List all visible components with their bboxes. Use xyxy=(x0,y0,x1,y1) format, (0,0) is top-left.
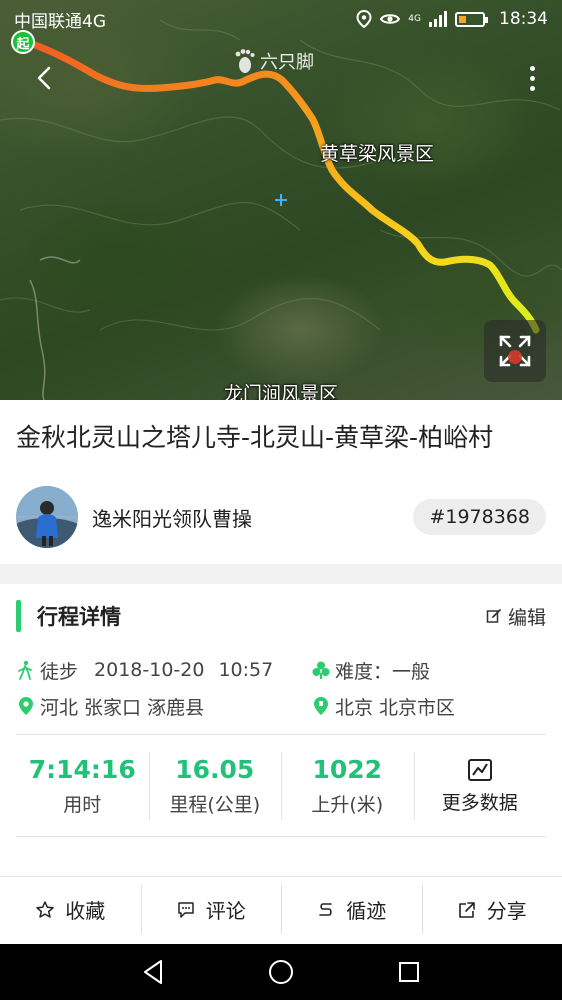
brand-watermark: 六只脚 xyxy=(234,48,314,74)
hiking-icon xyxy=(18,660,32,680)
section-accent-bar xyxy=(16,600,21,632)
more-options-button[interactable] xyxy=(522,58,542,98)
distance-label: 里程(公里) xyxy=(169,794,261,816)
edit-button[interactable]: 编辑 xyxy=(486,603,546,630)
stat-distance: 16.05 里程(公里) xyxy=(148,740,282,832)
more-vertical-icon xyxy=(529,65,535,71)
network-badge: 4G xyxy=(408,13,421,24)
signal-icon xyxy=(429,11,447,27)
status-bar: 中国联通4G 4G 18:34 xyxy=(0,0,562,38)
duration-label: 用时 xyxy=(63,794,102,816)
trip-title: 金秋北灵山之塔儿寺-北灵山-黄草梁-柏峪村 xyxy=(16,423,494,452)
author-name[interactable]: 逸米阳光领队曹操 xyxy=(92,503,413,532)
difficulty-text: 难度：一般 xyxy=(335,660,431,683)
stat-ascent: 1022 上升(米) xyxy=(281,740,414,832)
expand-map-button[interactable] xyxy=(484,320,546,382)
back-arrow-icon xyxy=(37,66,51,90)
start-marker: 起 xyxy=(11,30,35,54)
end-pin-icon xyxy=(314,697,328,715)
action-bar: 收藏 评论 循迹 分享 xyxy=(0,876,562,942)
track-follow-icon xyxy=(319,902,333,916)
ascent-value: 1022 xyxy=(312,755,383,784)
battery-icon xyxy=(455,11,488,27)
comment-label: 评论 xyxy=(205,899,246,923)
favorite-label: 收藏 xyxy=(65,899,106,923)
share-button[interactable]: 分享 xyxy=(421,877,562,942)
end-location: 北京 北京市区 xyxy=(335,696,456,719)
share-icon xyxy=(458,901,475,918)
end-location-info: 北京 北京市区 xyxy=(311,693,546,720)
track-line xyxy=(18,36,540,334)
more-data-label: 更多数据 xyxy=(441,791,518,814)
start-location: 河北 张家口 涿鹿县 xyxy=(40,696,205,719)
activity-info: 徒步 2018-10-20 10:57 xyxy=(16,657,311,684)
section-title: 行程详情 xyxy=(37,605,121,629)
clock: 18:34 xyxy=(499,9,548,29)
map-label-huangcaoliang: 黄草梁风景区 xyxy=(320,143,435,165)
activity-type: 徒步 xyxy=(40,660,79,683)
follow-track-label: 循迹 xyxy=(346,899,387,923)
chart-icon xyxy=(467,758,492,781)
map-label-longmenjian: 龙门涧风景区 xyxy=(224,383,339,400)
eye-icon xyxy=(380,14,401,24)
section-divider xyxy=(0,564,562,584)
ascent-label: 上升(米) xyxy=(311,794,384,816)
comment-button[interactable]: 评论 xyxy=(140,877,282,942)
location-icon xyxy=(356,10,372,28)
edit-icon xyxy=(486,609,501,623)
trip-info-grid: 徒步 2018-10-20 10:57 难度：一般 河北 张家口 涿鹿县 北京 … xyxy=(16,652,546,724)
stats-bottom-line xyxy=(16,836,546,837)
comment-icon xyxy=(178,901,194,918)
expand-icon xyxy=(499,335,531,367)
difficulty-info: 难度：一般 xyxy=(311,657,546,684)
distance-value: 16.05 xyxy=(175,755,255,784)
crosshair-icon xyxy=(275,194,287,206)
trip-date: 2018-10-20 xyxy=(94,659,205,681)
start-location-info: 河北 张家口 涿鹿县 xyxy=(16,693,311,720)
brand-label: 六只脚 xyxy=(260,52,314,73)
footprint-logo-icon xyxy=(235,49,255,73)
favorite-button[interactable]: 收藏 xyxy=(0,877,141,942)
trip-id-badge: #1978368 xyxy=(413,499,546,535)
duration-value: 7:14:16 xyxy=(28,755,136,784)
author-row[interactable]: 逸米阳光领队曹操 #1978368 xyxy=(16,486,546,548)
stat-duration: 7:14:16 用时 xyxy=(16,740,149,832)
follow-track-button[interactable]: 循迹 xyxy=(281,877,422,942)
trip-time: 10:57 xyxy=(218,659,274,681)
track-map[interactable]: 中国联通4G 4G 18:34 起 六只脚 黄草梁风景区 龙门涧风景区 xyxy=(0,0,562,400)
nav-back-icon[interactable] xyxy=(141,959,165,985)
back-button[interactable] xyxy=(24,58,64,98)
carrier-label: 中国联通4G xyxy=(14,11,106,32)
trip-details-header: 行程详情 编辑 xyxy=(16,599,546,633)
start-pin-icon xyxy=(19,697,33,715)
system-navigation-bar xyxy=(0,944,562,1000)
avatar-image xyxy=(16,486,78,548)
share-label: 分享 xyxy=(486,899,527,923)
more-data-button[interactable]: 更多数据 xyxy=(413,740,547,832)
star-icon xyxy=(36,900,54,918)
nav-recents-icon[interactable] xyxy=(397,960,421,984)
stats-top-line xyxy=(16,734,546,735)
avatar[interactable] xyxy=(16,486,78,548)
difficulty-icon xyxy=(312,661,330,679)
trip-stats: 7:14:16 用时 16.05 里程(公里) 1022 上升(米) 更多数据 xyxy=(16,740,546,832)
nav-home-icon[interactable] xyxy=(267,958,295,986)
edit-label: 编辑 xyxy=(507,606,546,629)
